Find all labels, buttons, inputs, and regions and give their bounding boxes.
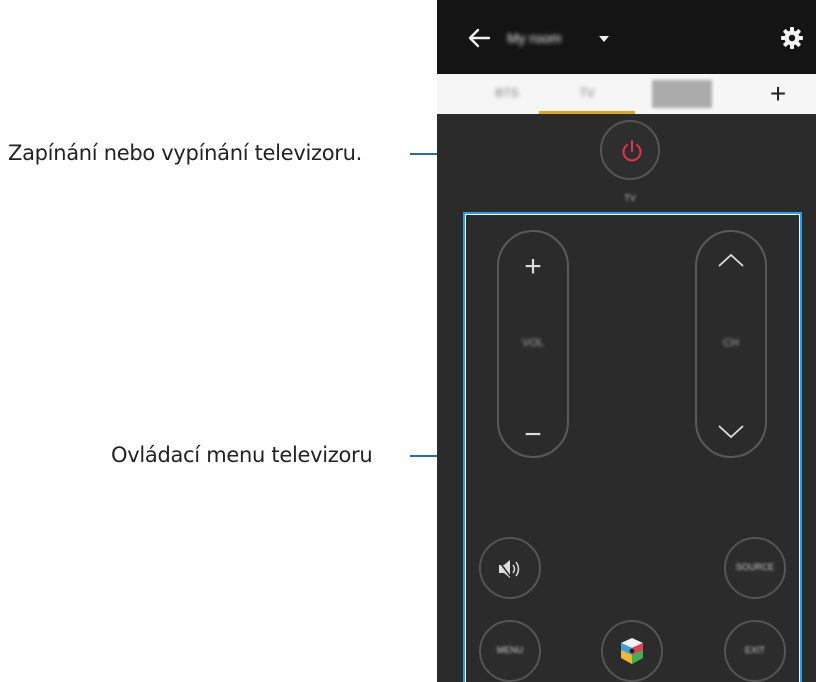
smart-hub-icon <box>621 638 643 664</box>
smart-hub-button[interactable] <box>601 620 663 682</box>
source-button[interactable]: SOURCE <box>724 537 786 599</box>
source-label: SOURCE <box>735 562 775 572</box>
device-tabs: BTS TV <box>437 74 816 114</box>
menu-button[interactable]: MENU <box>479 620 541 682</box>
power-label: TV <box>624 193 636 203</box>
callout-controls: Ovládací menu televizoru <box>111 443 373 467</box>
room-selector-label[interactable]: My room <box>507 30 561 46</box>
channel-label: CH <box>723 337 739 349</box>
gear-icon[interactable] <box>778 24 806 52</box>
volume-down-button[interactable]: − <box>499 418 567 452</box>
speaker-mute-icon <box>497 559 520 578</box>
chevron-up-icon <box>718 253 744 267</box>
app-bar: My room <box>437 0 816 74</box>
tab-active-indicator <box>539 111 635 114</box>
menu-label: MENU <box>496 645 524 655</box>
volume-label: VOL <box>521 337 544 349</box>
mute-button[interactable] <box>479 537 541 599</box>
tab-blurred[interactable] <box>652 74 714 114</box>
power-icon <box>622 140 642 162</box>
chevron-down-icon <box>718 425 744 439</box>
exit-label: EXIT <box>744 645 765 655</box>
exit-button[interactable]: EXIT <box>724 620 786 682</box>
arrow-left-icon[interactable] <box>465 24 495 54</box>
phone-screen: My room BTS TV + TV + VOL − CH SOURCE ME… <box>437 0 816 682</box>
chevron-down-icon[interactable] <box>599 36 609 42</box>
channel-down-button[interactable] <box>697 422 765 447</box>
channel-up-button[interactable] <box>697 250 765 275</box>
volume-rocker[interactable]: + VOL − <box>497 230 569 458</box>
add-tab-button[interactable]: + <box>763 74 793 114</box>
channel-rocker[interactable]: CH <box>695 230 767 458</box>
tab-tv[interactable]: TV <box>537 74 637 114</box>
tab-blurred-label <box>652 80 712 108</box>
callout-power: Zapínání nebo vypínání televizoru. <box>8 141 362 165</box>
volume-up-button[interactable]: + <box>499 250 567 284</box>
power-button[interactable] <box>600 120 660 180</box>
